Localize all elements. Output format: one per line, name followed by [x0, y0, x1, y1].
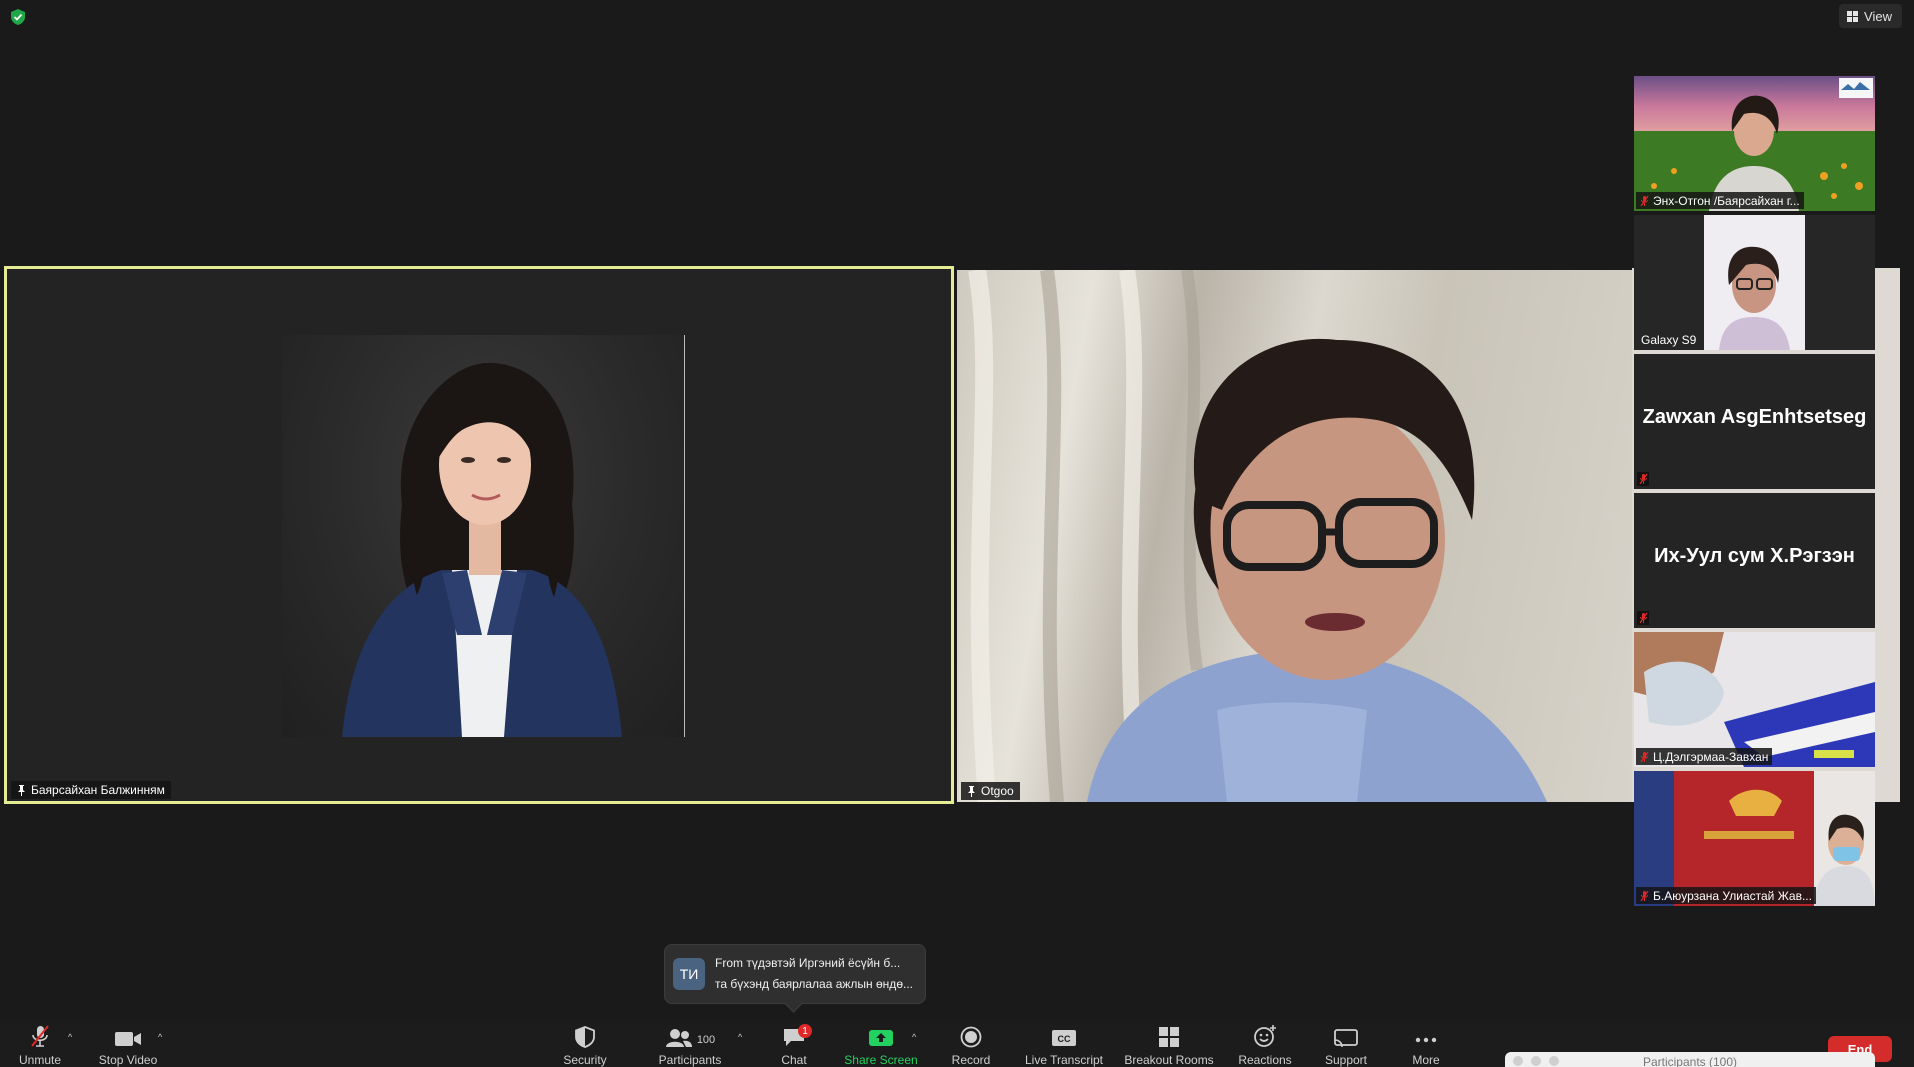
pinned-video-tile[interactable]: Otgoo: [957, 270, 1632, 802]
support-label: Support: [1324, 1053, 1368, 1067]
participant-tile-2[interactable]: Galaxy S9: [1634, 215, 1875, 350]
unmute-button[interactable]: Unmute: [12, 1020, 68, 1067]
video-options-chevron-icon[interactable]: ^: [158, 1032, 162, 1042]
participant-mute-4: [1637, 611, 1649, 625]
participant-name-2: Galaxy S9: [1641, 332, 1697, 347]
chat-button[interactable]: 1 Chat: [776, 1020, 812, 1067]
reactions-smiley-icon: [1254, 1025, 1276, 1047]
mic-muted-icon: [1639, 612, 1647, 624]
reactions-label: Reactions: [1238, 1053, 1292, 1067]
chat-notification-body: From түдэвтэй Иргэний ёсүйн б... та бүхэ…: [715, 953, 913, 995]
mic-muted-icon: [1639, 473, 1647, 485]
chat-notification[interactable]: ТИ From түдэвтэй Иргэний ёсүйн б... та б…: [664, 944, 926, 1004]
view-button[interactable]: View: [1839, 4, 1902, 28]
active-speaker-name-tag: Баярсайхан Балжинням: [11, 781, 171, 799]
security-shield-icon[interactable]: [10, 8, 26, 26]
participant-label-5: Ц.Дэлгэрмаа-Завхан: [1636, 748, 1773, 765]
participants-panel-title: Participants (100): [1642, 1055, 1738, 1067]
participants-button[interactable]: 100 Participants: [652, 1020, 728, 1067]
shield-icon: [575, 1026, 595, 1048]
participant-name-3: Zawxan AsgEnhtsetseg: [1642, 406, 1867, 428]
pinned-name: Otgoo: [981, 784, 1014, 798]
mic-muted-icon: [31, 1025, 49, 1047]
support-button[interactable]: Support: [1316, 1020, 1376, 1067]
unmute-label: Unmute: [18, 1053, 62, 1067]
participant-video: [1634, 76, 1875, 211]
participant-tile-5[interactable]: Ц.Дэлгэрмаа-Завхан: [1634, 632, 1875, 767]
record-label: Record: [951, 1053, 991, 1067]
chat-label: Chat: [781, 1053, 807, 1067]
support-screen-icon: [1334, 1029, 1358, 1048]
mic-muted-icon: [1640, 195, 1649, 206]
reactions-button[interactable]: Reactions: [1234, 1020, 1296, 1067]
participants-icon: [665, 1029, 692, 1047]
live-transcript-label: Live Transcript: [1024, 1053, 1104, 1067]
participant-tile-6[interactable]: Б.Аюурзана Улиастай Жав...: [1634, 771, 1875, 906]
chat-sender-avatar: ТИ: [673, 958, 705, 990]
breakout-rooms-label: Breakout Rooms: [1124, 1053, 1214, 1067]
pin-icon: [18, 784, 25, 796]
participant-name-6: Б.Аюурзана Улиастай Жав...: [1653, 888, 1812, 903]
stop-video-label: Stop Video: [98, 1053, 158, 1067]
participant-video: [1634, 215, 1875, 350]
record-button[interactable]: Record: [946, 1020, 996, 1067]
closed-caption-icon: CC: [1052, 1030, 1076, 1046]
audio-options-chevron-icon[interactable]: ^: [68, 1032, 72, 1042]
stop-video-button[interactable]: Stop Video: [96, 1020, 160, 1067]
more-dots-icon: [1415, 1037, 1437, 1043]
view-button-label: View: [1864, 8, 1892, 24]
participants-options-chevron-icon[interactable]: ^: [738, 1032, 742, 1042]
participant-name-4: Их-Уул сум Х.Рэгзэн: [1654, 545, 1855, 567]
participant-label-6: Б.Аюурзана Улиастай Жав...: [1636, 887, 1816, 904]
mic-muted-icon: [1640, 751, 1649, 762]
participant-tile-4[interactable]: Их-Уул сум Х.Рэгзэн: [1634, 493, 1875, 628]
participant-label-1: Энх-Отгон /Баярсайхан г...: [1636, 192, 1804, 209]
share-screen-button[interactable]: Share Screen: [842, 1020, 920, 1067]
security-label: Security: [563, 1053, 607, 1067]
participant-label-2: Galaxy S9: [1637, 331, 1700, 348]
participant-tile-1[interactable]: Энх-Отгон /Баярсайхан г...: [1634, 76, 1875, 211]
chat-notification-line-2: та бүхэнд баярлалаа ажлын өндө...: [715, 977, 913, 991]
pinned-name-tag: Otgoo: [961, 782, 1020, 800]
participant-portrait: [282, 335, 685, 737]
active-speaker-tile[interactable]: Баярсайхан Балжинням: [4, 266, 954, 804]
participant-video: [1634, 771, 1875, 906]
svg-text:CC: CC: [1058, 1034, 1071, 1044]
participant-name-1: Энх-Отгон /Баярсайхан г...: [1653, 193, 1800, 208]
breakout-rooms-button[interactable]: Breakout Rooms: [1122, 1020, 1216, 1067]
grid-icon: [1847, 10, 1859, 22]
record-icon: [960, 1026, 982, 1048]
portrait-figure: [342, 362, 622, 737]
participant-video: [968, 270, 1547, 802]
pin-icon: [968, 785, 975, 797]
breakout-rooms-icon: [1159, 1027, 1179, 1047]
security-button[interactable]: Security: [556, 1020, 614, 1067]
share-options-chevron-icon[interactable]: ^: [912, 1032, 916, 1042]
more-button[interactable]: More: [1404, 1020, 1448, 1067]
participants-label: Participants: [658, 1053, 722, 1067]
mic-muted-icon: [1640, 890, 1649, 901]
participants-panel[interactable]: Participants (100): [1505, 1052, 1875, 1067]
active-speaker-name: Баярсайхан Балжинням: [31, 783, 165, 797]
chat-unread-badge: 1: [798, 1024, 812, 1038]
participant-tile-3[interactable]: Zawxan AsgEnhtsetseg: [1634, 354, 1875, 489]
participant-mute-3: [1637, 472, 1649, 486]
share-screen-label: Share Screen: [844, 1053, 918, 1067]
chat-notification-line-1: From түдэвтэй Иргэний ёсүйн б...: [715, 956, 901, 970]
participant-video: [1634, 632, 1875, 767]
share-screen-icon: [869, 1030, 893, 1046]
participants-count: 100: [696, 1034, 716, 1046]
more-label: More: [1412, 1053, 1440, 1067]
live-transcript-button[interactable]: CC Live Transcript: [1020, 1020, 1108, 1067]
participant-name-5: Ц.Дэлгэрмаа-Завхан: [1653, 749, 1769, 764]
video-camera-icon: [115, 1032, 141, 1046]
